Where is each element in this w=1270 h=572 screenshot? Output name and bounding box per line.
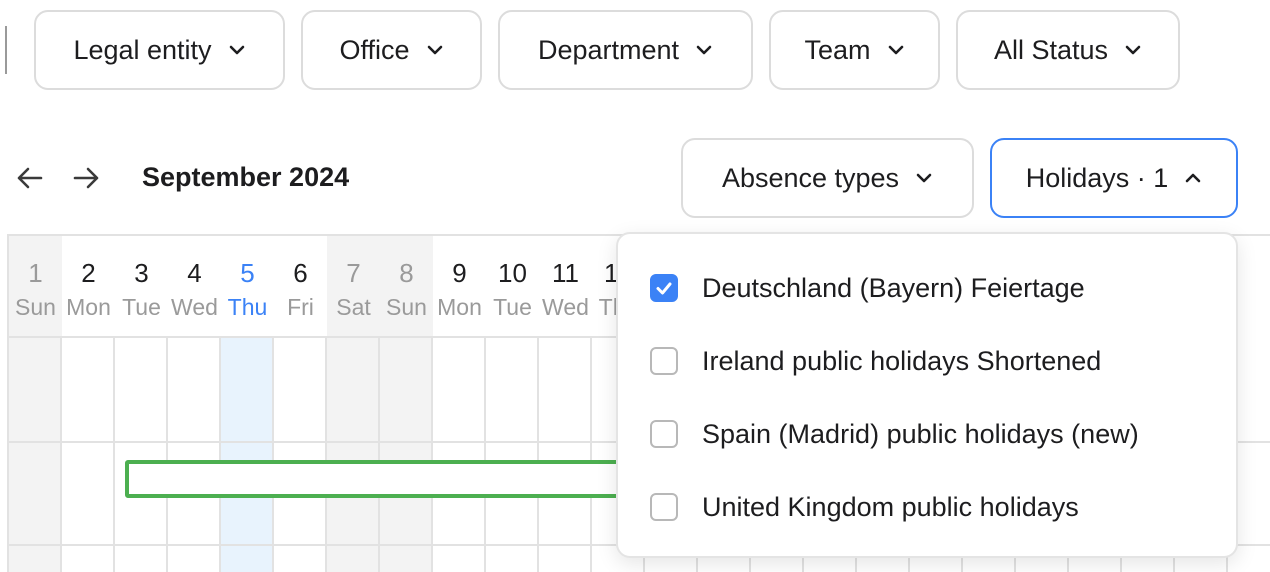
day-name: Wed [171,294,218,320]
status-filter[interactable]: All Status [956,10,1180,90]
chevron-down-icon [228,41,246,59]
day-column[interactable] [168,338,221,572]
divider [5,26,7,74]
chevron-down-icon [1124,41,1142,59]
chevron-down-icon [887,41,905,59]
day-column[interactable] [539,338,592,572]
day-column[interactable] [486,338,539,572]
chevron-down-icon [915,169,933,187]
legal-entity-filter[interactable]: Legal entity [34,10,285,90]
day-column-today[interactable] [221,338,274,572]
holiday-option-deutschland-bayern[interactable]: Deutschland (Bayern) Feiertage [618,258,1236,318]
checkmark-icon [656,282,672,295]
day-number: 1 [28,258,43,288]
chevron-up-icon [1184,169,1202,187]
day-header[interactable]: 8 Sun [380,236,433,338]
absence-types-button[interactable]: Absence types [681,138,974,218]
day-name: Sun [15,294,56,320]
checkbox[interactable] [650,420,678,448]
day-header-today[interactable]: 5 Thu [221,236,274,338]
previous-month-button[interactable] [14,162,46,194]
team-filter[interactable]: Team [769,10,940,90]
day-header[interactable]: 11 Wed [539,236,592,338]
day-column[interactable] [380,338,433,572]
day-number: 6 [293,258,308,288]
day-name: Mon [66,294,111,320]
day-header[interactable]: 3 Tue [115,236,168,338]
day-header[interactable]: 10 Tue [486,236,539,338]
absence-types-label: Absence types [721,162,900,193]
day-column[interactable] [274,338,327,572]
holiday-option-label: Deutschland (Bayern) Feiertage [702,272,1085,303]
day-header[interactable]: 2 Mon [62,236,115,338]
day-header[interactable]: 6 Fri [274,236,327,338]
absence-calendar-page: Legal entity Office Department Team All … [0,0,1270,572]
day-header[interactable]: 1 Sun [9,236,62,338]
absence-bar[interactable] [125,460,685,498]
checkbox[interactable] [650,347,678,375]
checkbox[interactable] [650,493,678,521]
checkbox-checked[interactable] [650,274,678,302]
day-header[interactable]: 9 Mon [433,236,486,338]
day-number: 5 [240,258,255,288]
day-name: Thu [227,294,268,320]
day-column[interactable] [433,338,486,572]
day-column[interactable] [62,338,115,572]
next-month-button[interactable] [70,162,102,194]
holidays-label: Holidays · 1 [1025,162,1169,193]
day-number: 3 [134,258,149,288]
day-name: Mon [437,294,482,320]
office-filter-label: Office [339,34,410,65]
department-filter-label: Department [537,34,680,65]
holiday-option-label: Spain (Madrid) public holidays (new) [702,418,1139,449]
day-name: Wed [542,294,589,320]
chevron-down-icon [426,41,444,59]
day-column[interactable] [115,338,168,572]
day-name: Sun [386,294,427,320]
day-number: 4 [187,258,202,288]
day-name: Tue [493,294,532,320]
month-title: September 2024 [142,162,350,192]
holiday-option-spain-madrid[interactable]: Spain (Madrid) public holidays (new) [618,404,1236,464]
team-filter-label: Team [804,34,871,65]
day-number: 8 [399,258,414,288]
day-name: Tue [122,294,161,320]
day-column[interactable] [9,338,62,572]
holiday-option-united-kingdom[interactable]: United Kingdom public holidays [618,477,1236,537]
day-number: 2 [81,258,96,288]
day-number: 9 [452,258,467,288]
holidays-dropdown: Deutschland (Bayern) Feiertage Ireland p… [616,232,1238,558]
day-number: 11 [552,258,579,288]
day-number: 7 [346,258,361,288]
day-header[interactable]: 7 Sat [327,236,380,338]
chevron-down-icon [695,41,713,59]
holiday-option-label: United Kingdom public holidays [702,491,1079,522]
legal-entity-filter-label: Legal entity [73,34,212,65]
department-filter[interactable]: Department [498,10,753,90]
day-header[interactable]: 4 Wed [168,236,221,338]
day-column[interactable] [327,338,380,572]
arrow-left-icon [14,162,46,194]
day-name: Sat [336,294,371,320]
day-number: 10 [498,258,527,288]
holiday-option-ireland[interactable]: Ireland public holidays Shortened [618,331,1236,391]
holiday-option-label: Ireland public holidays Shortened [702,345,1102,376]
holidays-button[interactable]: Holidays · 1 [990,138,1238,218]
office-filter[interactable]: Office [301,10,482,90]
arrow-right-icon [70,162,102,194]
status-filter-label: All Status [993,34,1109,65]
day-name: Fri [287,294,314,320]
